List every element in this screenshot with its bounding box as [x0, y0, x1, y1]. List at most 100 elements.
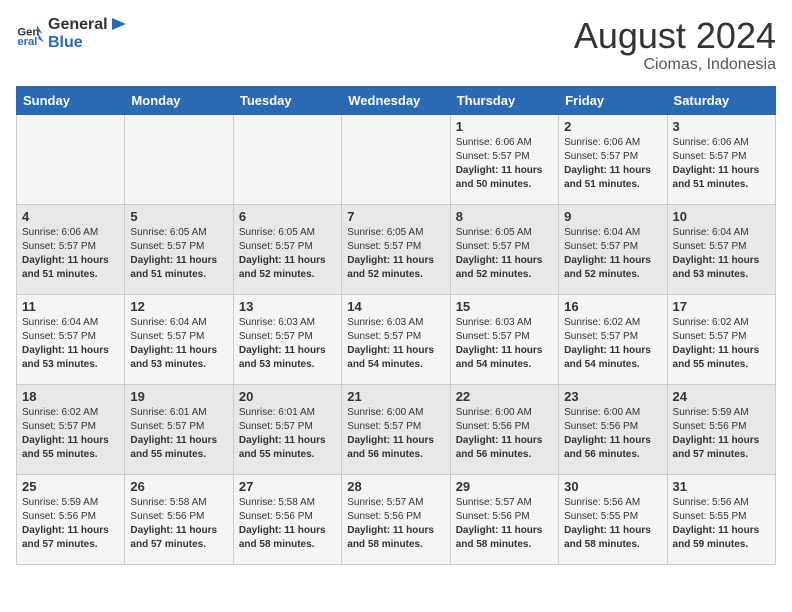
calendar-cell: 1 Sunrise: 6:06 AMSunset: 5:57 PMDaylight… — [450, 114, 558, 204]
location-subtitle: Ciomas, Indonesia — [574, 56, 776, 74]
calendar-cell: 17Sunrise: 6:02 AMSunset: 5:57 PMDayligh… — [667, 294, 775, 384]
day-number: 28 — [347, 479, 444, 494]
day-number: 24 — [673, 389, 770, 404]
day-info: Sunrise: 6:04 AMSunset: 5:57 PMDaylight:… — [673, 226, 770, 282]
weekday-header-row: SundayMondayTuesdayWednesdayThursdayFrid… — [17, 86, 776, 114]
calendar-cell: 6 Sunrise: 6:05 AMSunset: 5:57 PMDaylight… — [233, 204, 341, 294]
day-info: Sunrise: 5:57 AMSunset: 5:56 PMDaylight:… — [456, 496, 553, 552]
day-number: 30 — [564, 479, 661, 494]
day-info: Sunrise: 6:06 AMSunset: 5:57 PMDaylight:… — [456, 136, 553, 192]
calendar-cell: 24 Sunrise: 5:59 AMSunset: 5:56 PMDayligh… — [667, 384, 775, 474]
day-number: 21 — [347, 389, 444, 404]
day-info: Sunrise: 6:05 AMSunset: 5:57 PMDaylight:… — [130, 226, 227, 282]
logo-flag-icon — [110, 16, 128, 34]
week-row-1: 1 Sunrise: 6:06 AMSunset: 5:57 PMDaylight… — [17, 114, 776, 204]
logo: Gen eral General Blue — [16, 16, 128, 52]
week-row-3: 11 Sunrise: 6:04 AMSunset: 5:57 PMDayligh… — [17, 294, 776, 384]
calendar-cell: 2Sunrise: 6:06 AMSunset: 5:57 PMDaylight… — [559, 114, 667, 204]
day-info: Sunrise: 6:02 AMSunset: 5:57 PMDaylight:… — [564, 316, 661, 372]
calendar-table: SundayMondayTuesdayWednesdayThursdayFrid… — [16, 86, 776, 565]
logo-text-line1: General — [48, 16, 128, 34]
weekday-header-saturday: Saturday — [667, 86, 775, 114]
calendar-cell: 11 Sunrise: 6:04 AMSunset: 5:57 PMDayligh… — [17, 294, 125, 384]
day-info: Sunrise: 5:57 AMSunset: 5:56 PMDaylight:… — [347, 496, 444, 552]
calendar-cell: 20Sunrise: 6:01 AMSunset: 5:57 PMDayligh… — [233, 384, 341, 474]
day-number: 14 — [347, 299, 444, 314]
calendar-cell — [233, 114, 341, 204]
day-info: Sunrise: 6:03 AMSunset: 5:57 PMDaylight:… — [456, 316, 553, 372]
calendar-cell: 13Sunrise: 6:03 AMSunset: 5:57 PMDayligh… — [233, 294, 341, 384]
day-number: 3 — [673, 119, 770, 134]
day-info: Sunrise: 5:56 AMSunset: 5:55 PMDaylight:… — [564, 496, 661, 552]
day-info: Sunrise: 5:59 AMSunset: 5:56 PMDaylight:… — [22, 496, 119, 552]
day-number: 19 — [130, 389, 227, 404]
day-number: 4 — [22, 209, 119, 224]
calendar-cell: 3Sunrise: 6:06 AMSunset: 5:57 PMDaylight… — [667, 114, 775, 204]
calendar-cell — [17, 114, 125, 204]
day-info: Sunrise: 6:05 AMSunset: 5:57 PMDaylight:… — [239, 226, 336, 282]
day-number: 29 — [456, 479, 553, 494]
calendar-cell: 28 Sunrise: 5:57 AMSunset: 5:56 PMDayligh… — [342, 474, 450, 564]
calendar-cell — [342, 114, 450, 204]
day-number: 2 — [564, 119, 661, 134]
day-info: Sunrise: 6:02 AMSunset: 5:57 PMDaylight:… — [22, 406, 119, 462]
day-number: 22 — [456, 389, 553, 404]
day-info: Sunrise: 6:00 AMSunset: 5:56 PMDaylight:… — [564, 406, 661, 462]
day-info: Sunrise: 6:05 AMSunset: 5:57 PMDaylight:… — [347, 226, 444, 282]
day-info: Sunrise: 6:04 AMSunset: 5:57 PMDaylight:… — [564, 226, 661, 282]
calendar-cell: 21 Sunrise: 6:00 AMSunset: 5:57 PMDayligh… — [342, 384, 450, 474]
weekday-header-monday: Monday — [125, 86, 233, 114]
weekday-header-sunday: Sunday — [17, 86, 125, 114]
month-year-title: August 2024 — [574, 16, 776, 56]
day-number: 25 — [22, 479, 119, 494]
calendar-cell — [125, 114, 233, 204]
week-row-2: 4 Sunrise: 6:06 AMSunset: 5:57 PMDaylight… — [17, 204, 776, 294]
page-header: Gen eral General Blue August 2024 Ciomas… — [16, 16, 776, 74]
calendar-cell: 5Sunrise: 6:05 AMSunset: 5:57 PMDaylight… — [125, 204, 233, 294]
day-number: 9 — [564, 209, 661, 224]
weekday-header-tuesday: Tuesday — [233, 86, 341, 114]
title-block: August 2024 Ciomas, Indonesia — [574, 16, 776, 74]
calendar-cell: 25 Sunrise: 5:59 AMSunset: 5:56 PMDayligh… — [17, 474, 125, 564]
day-number: 10 — [673, 209, 770, 224]
day-number: 18 — [22, 389, 119, 404]
weekday-header-wednesday: Wednesday — [342, 86, 450, 114]
day-info: Sunrise: 5:58 AMSunset: 5:56 PMDaylight:… — [130, 496, 227, 552]
day-info: Sunrise: 5:59 AMSunset: 5:56 PMDaylight:… — [673, 406, 770, 462]
day-number: 16 — [564, 299, 661, 314]
logo-text-line2: Blue — [48, 34, 128, 52]
day-info: Sunrise: 6:00 AMSunset: 5:57 PMDaylight:… — [347, 406, 444, 462]
day-number: 7 — [347, 209, 444, 224]
day-info: Sunrise: 6:00 AMSunset: 5:56 PMDaylight:… — [456, 406, 553, 462]
day-number: 23 — [564, 389, 661, 404]
day-number: 31 — [673, 479, 770, 494]
week-row-5: 25 Sunrise: 5:59 AMSunset: 5:56 PMDayligh… — [17, 474, 776, 564]
day-info: Sunrise: 6:01 AMSunset: 5:57 PMDaylight:… — [239, 406, 336, 462]
calendar-cell: 7 Sunrise: 6:05 AMSunset: 5:57 PMDaylight… — [342, 204, 450, 294]
calendar-cell: 18 Sunrise: 6:02 AMSunset: 5:57 PMDayligh… — [17, 384, 125, 474]
day-number: 27 — [239, 479, 336, 494]
weekday-header-friday: Friday — [559, 86, 667, 114]
day-info: Sunrise: 6:01 AMSunset: 5:57 PMDaylight:… — [130, 406, 227, 462]
day-number: 26 — [130, 479, 227, 494]
svg-text:eral: eral — [17, 36, 37, 48]
calendar-cell: 27Sunrise: 5:58 AMSunset: 5:56 PMDayligh… — [233, 474, 341, 564]
day-info: Sunrise: 6:04 AMSunset: 5:57 PMDaylight:… — [22, 316, 119, 372]
day-info: Sunrise: 6:06 AMSunset: 5:57 PMDaylight:… — [22, 226, 119, 282]
day-number: 11 — [22, 299, 119, 314]
logo-icon: Gen eral — [16, 20, 44, 48]
calendar-cell: 4 Sunrise: 6:06 AMSunset: 5:57 PMDaylight… — [17, 204, 125, 294]
day-number: 13 — [239, 299, 336, 314]
day-info: Sunrise: 6:04 AMSunset: 5:57 PMDaylight:… — [130, 316, 227, 372]
calendar-cell: 10 Sunrise: 6:04 AMSunset: 5:57 PMDayligh… — [667, 204, 775, 294]
calendar-cell: 16 Sunrise: 6:02 AMSunset: 5:57 PMDayligh… — [559, 294, 667, 384]
week-row-4: 18 Sunrise: 6:02 AMSunset: 5:57 PMDayligh… — [17, 384, 776, 474]
calendar-cell: 19 Sunrise: 6:01 AMSunset: 5:57 PMDayligh… — [125, 384, 233, 474]
day-number: 15 — [456, 299, 553, 314]
calendar-cell: 26 Sunrise: 5:58 AMSunset: 5:56 PMDayligh… — [125, 474, 233, 564]
day-number: 6 — [239, 209, 336, 224]
day-number: 8 — [456, 209, 553, 224]
calendar-cell: 31Sunrise: 5:56 AMSunset: 5:55 PMDayligh… — [667, 474, 775, 564]
day-info: Sunrise: 6:02 AMSunset: 5:57 PMDaylight:… — [673, 316, 770, 372]
day-number: 1 — [456, 119, 553, 134]
